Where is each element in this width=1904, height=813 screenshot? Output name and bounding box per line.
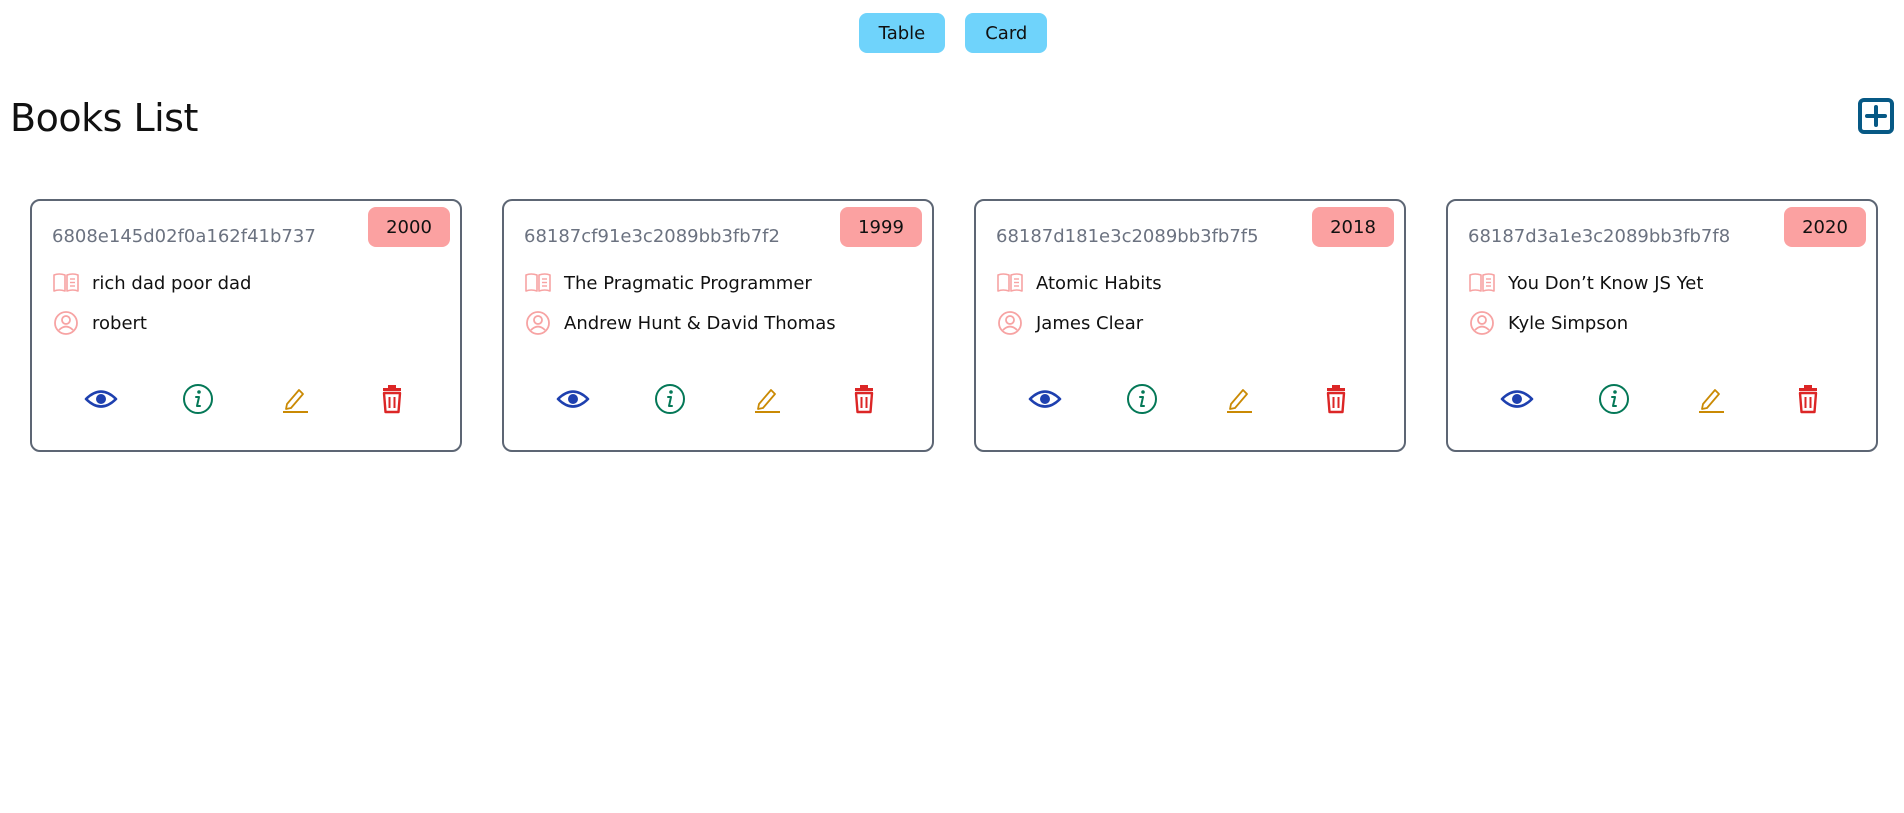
view-book-button[interactable] — [555, 381, 591, 417]
info-circle-icon — [654, 384, 685, 414]
year-badge: 2018 — [1312, 207, 1394, 247]
plus-square-icon — [1858, 98, 1894, 134]
trash-icon — [854, 385, 873, 414]
edit-book-button[interactable] — [277, 381, 313, 417]
page-title: Books List — [10, 96, 198, 140]
trash-icon — [382, 385, 401, 414]
edit-book-button[interactable] — [1693, 381, 1729, 417]
card-actions — [32, 381, 460, 417]
book-cards: 2000 6808e145d02f0a162f41b737 rich dad p… — [30, 199, 1878, 452]
year-badge: 2020 — [1784, 207, 1866, 247]
book-title: Atomic Habits — [1036, 272, 1162, 294]
user-circle-icon — [524, 309, 552, 337]
book-id: 68187d181e3c2089bb3fb7f5 — [996, 226, 1259, 247]
card-view-button[interactable]: Card — [965, 13, 1048, 53]
book-card: 2000 6808e145d02f0a162f41b737 rich dad p… — [30, 199, 462, 452]
edit-book-button[interactable] — [1221, 381, 1257, 417]
book-author: Kyle Simpson — [1508, 312, 1629, 334]
book-open-icon — [52, 269, 80, 297]
book-info-button[interactable] — [1124, 381, 1160, 417]
book-title: The Pragmatic Programmer — [564, 272, 812, 294]
book-info-button[interactable] — [652, 381, 688, 417]
view-book-button[interactable] — [1027, 381, 1063, 417]
book-title-line: You Don’t Know JS Yet — [1468, 269, 1703, 297]
view-book-button[interactable] — [83, 381, 119, 417]
delete-book-button[interactable] — [1318, 381, 1354, 417]
book-title: You Don’t Know JS Yet — [1508, 272, 1704, 294]
info-circle-icon — [1598, 384, 1629, 414]
book-card: 2020 68187d3a1e3c2089bb3fb7f8 You Don’t … — [1446, 199, 1878, 452]
book-card: 2018 68187d181e3c2089bb3fb7f5 Atomic Hab… — [974, 199, 1406, 452]
eye-icon — [1500, 390, 1533, 408]
year-badge: 1999 — [840, 207, 922, 247]
book-id: 6808e145d02f0a162f41b737 — [52, 226, 316, 247]
book-title-line: rich dad poor dad — [52, 269, 252, 297]
user-circle-icon — [52, 309, 80, 337]
user-circle-icon — [996, 309, 1024, 337]
pencil-icon — [754, 389, 780, 413]
eye-icon — [1028, 390, 1061, 408]
trash-icon — [1798, 385, 1817, 414]
delete-book-button[interactable] — [1790, 381, 1826, 417]
book-title-line: The Pragmatic Programmer — [524, 269, 812, 297]
book-card: 1999 68187cf91e3c2089bb3fb7f2 The Pragma… — [502, 199, 934, 452]
pencil-icon — [1698, 389, 1724, 413]
user-circle-icon — [1468, 309, 1496, 337]
view-toggle: Table Card — [0, 13, 1904, 53]
edit-book-button[interactable] — [749, 381, 785, 417]
book-open-icon — [1468, 269, 1496, 297]
book-author: James Clear — [1036, 312, 1144, 334]
book-author-line: James Clear — [996, 309, 1143, 337]
book-id: 68187cf91e3c2089bb3fb7f2 — [524, 226, 780, 247]
book-open-icon — [524, 269, 552, 297]
eye-icon — [556, 390, 589, 408]
card-actions — [1448, 381, 1876, 417]
eye-icon — [84, 390, 117, 408]
table-view-button[interactable]: Table — [858, 13, 946, 53]
pencil-icon — [1226, 389, 1252, 413]
add-book-button[interactable] — [1858, 98, 1894, 134]
info-circle-icon — [1126, 384, 1157, 414]
card-actions — [504, 381, 932, 417]
book-id: 68187d3a1e3c2089bb3fb7f8 — [1468, 226, 1731, 247]
book-author-line: Kyle Simpson — [1468, 309, 1628, 337]
card-actions — [976, 381, 1404, 417]
delete-book-button[interactable] — [846, 381, 882, 417]
book-author: Andrew Hunt & David Thomas — [564, 312, 836, 334]
trash-icon — [1326, 385, 1345, 414]
book-open-icon — [996, 269, 1024, 297]
view-book-button[interactable] — [1499, 381, 1535, 417]
book-title: rich dad poor dad — [92, 272, 252, 294]
book-info-button[interactable] — [180, 381, 216, 417]
pencil-icon — [282, 389, 308, 413]
delete-book-button[interactable] — [374, 381, 410, 417]
book-title-line: Atomic Habits — [996, 269, 1162, 297]
book-author: robert — [92, 312, 147, 334]
book-info-button[interactable] — [1596, 381, 1632, 417]
book-author-line: Andrew Hunt & David Thomas — [524, 309, 836, 337]
info-circle-icon — [182, 384, 213, 414]
book-author-line: robert — [52, 309, 147, 337]
year-badge: 2000 — [368, 207, 450, 247]
